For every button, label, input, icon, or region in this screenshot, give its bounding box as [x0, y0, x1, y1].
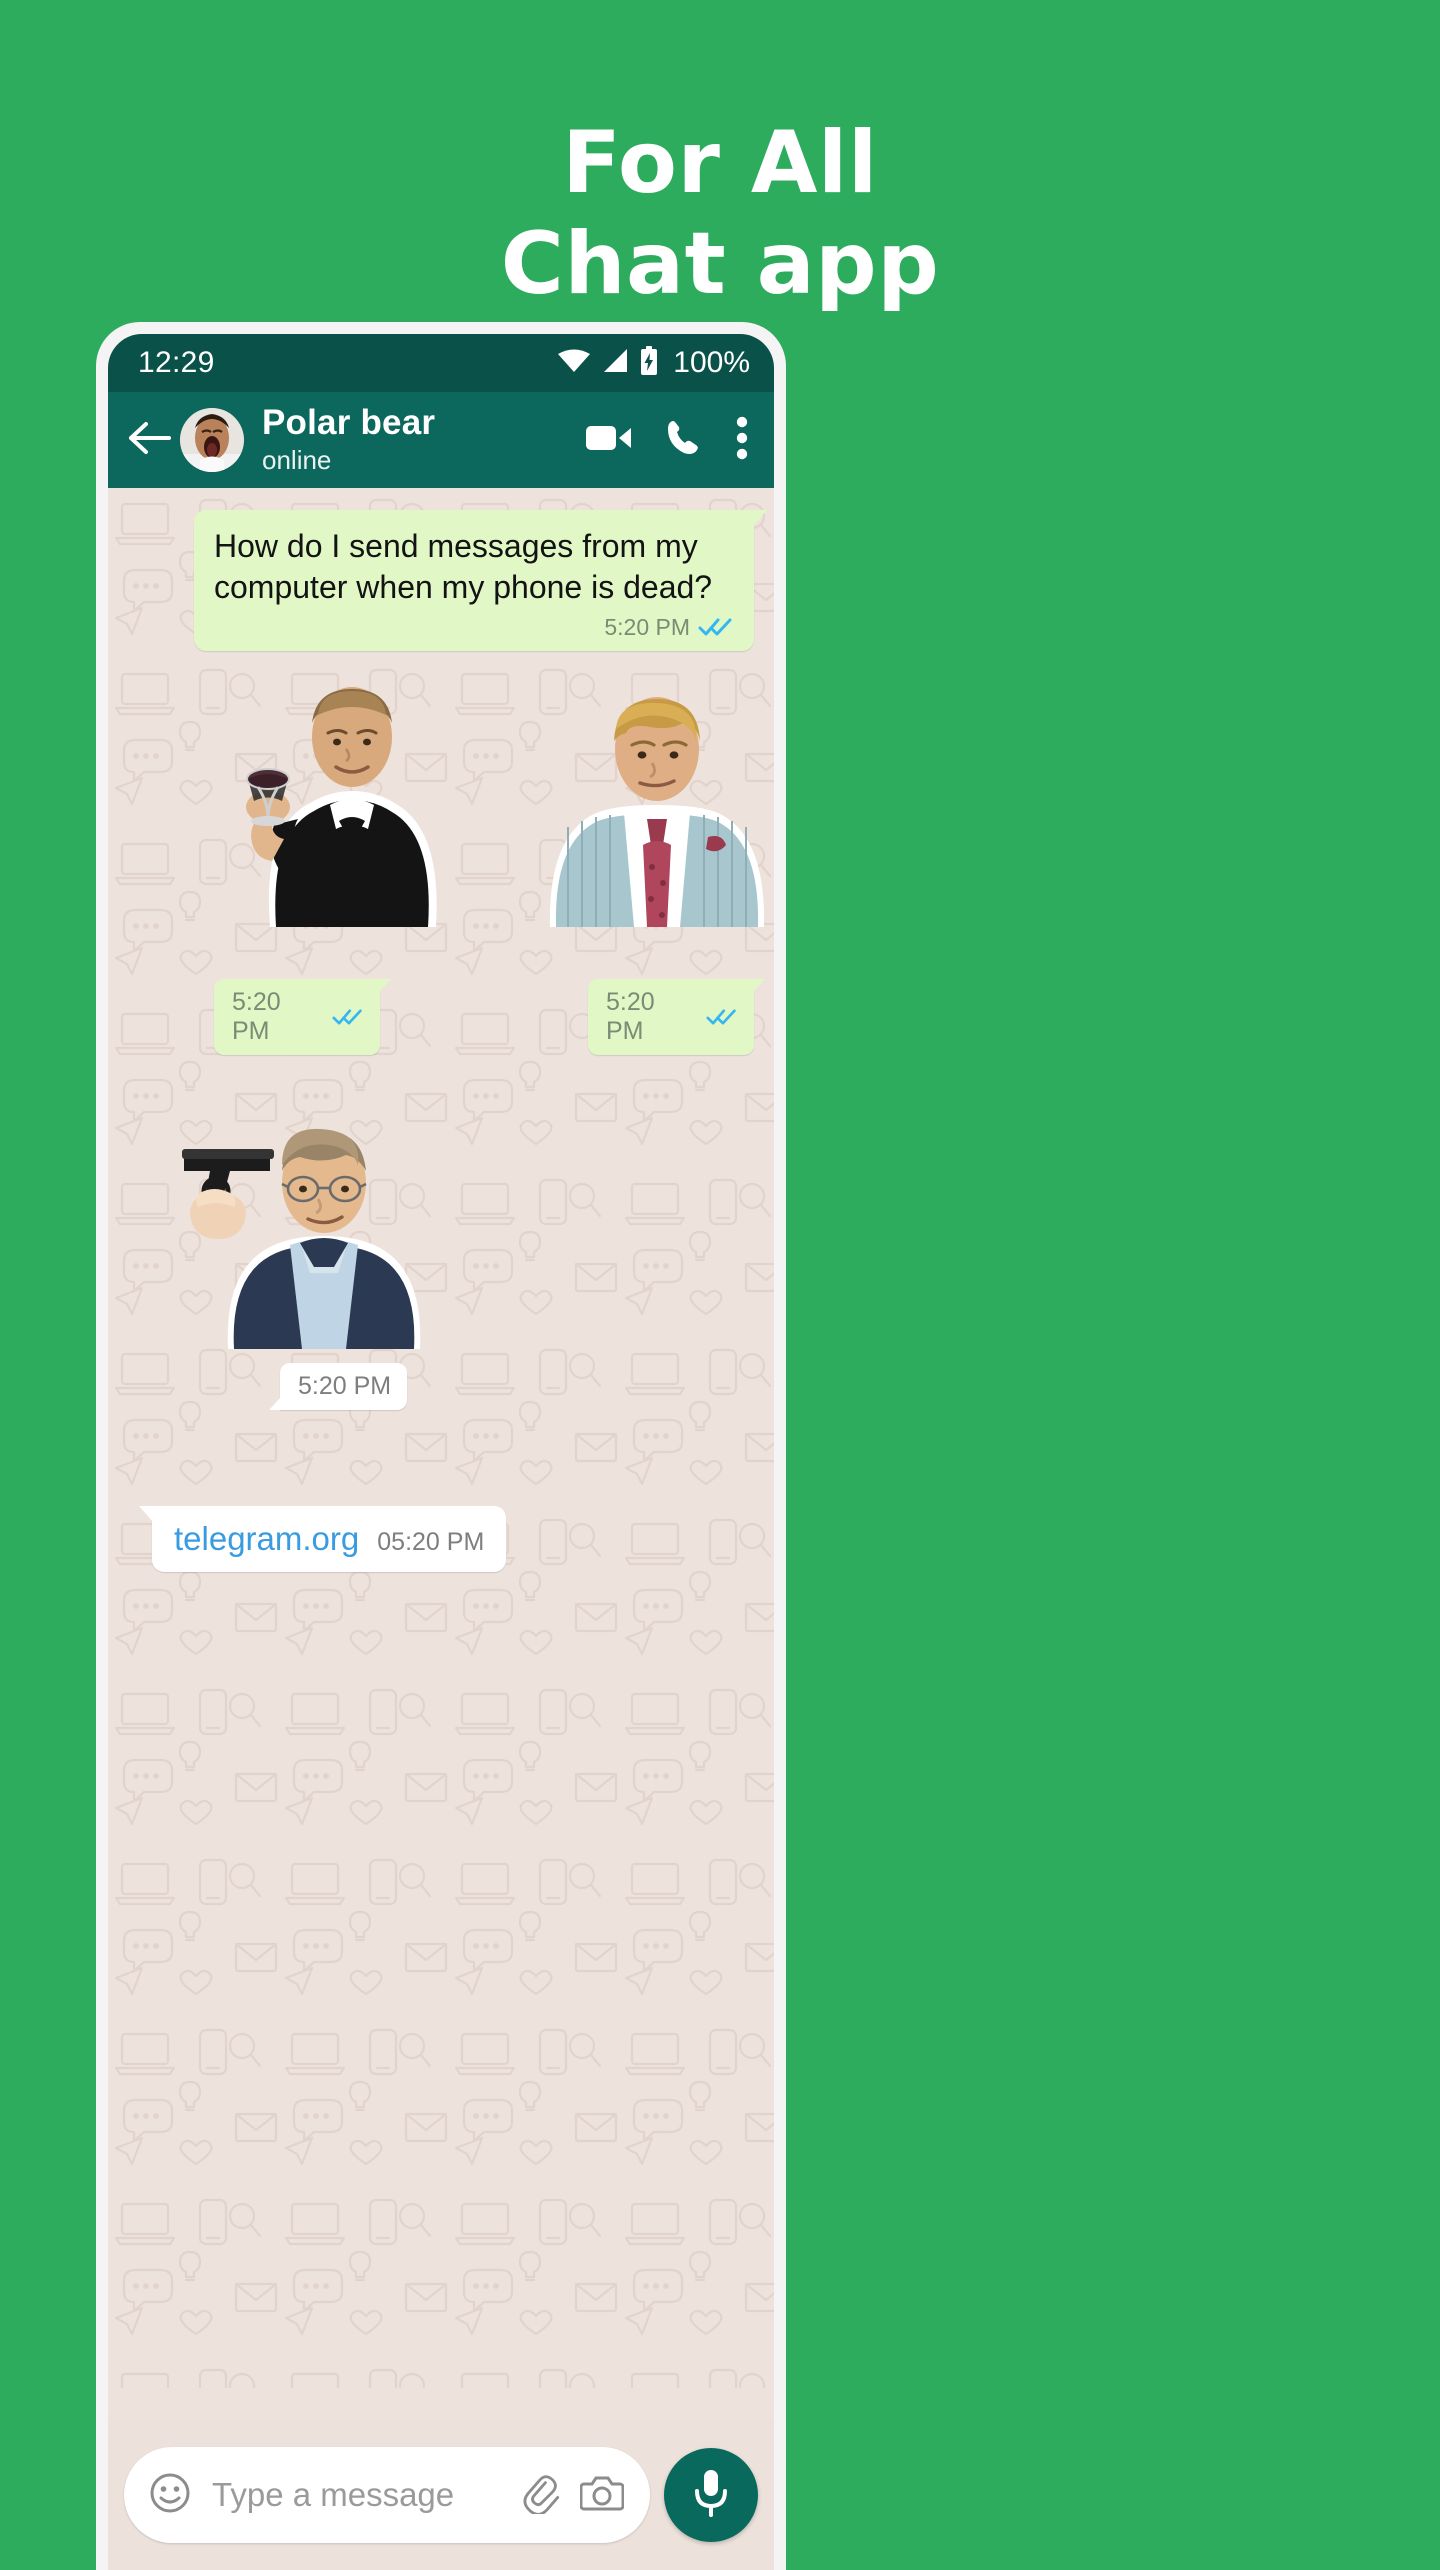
incoming-sticker-row: [128, 1121, 754, 1371]
sticker-timestamp-chip: 5:20 PM: [588, 978, 765, 1055]
contact-name: Polar bear: [262, 403, 436, 443]
contact-info[interactable]: Polar bear online: [262, 403, 586, 477]
promo-headline-line1: For All: [562, 113, 878, 213]
message-timestamp: 5:20 PM: [232, 987, 281, 1045]
read-receipt-double-check-icon: [706, 1007, 738, 1027]
status-bar: 12:29 100%: [108, 334, 774, 392]
video-call-button[interactable]: [586, 422, 632, 459]
outgoing-text-bubble[interactable]: How do I send messages from my computer …: [194, 510, 767, 651]
message-timestamp: 5:20 PM: [606, 987, 655, 1045]
status-bar-indicators: 100%: [557, 345, 750, 381]
link-text[interactable]: telegram.org: [174, 1520, 359, 1558]
chat-message-list[interactable]: How do I send messages from my computer …: [108, 488, 774, 2420]
back-arrow-icon: [129, 421, 171, 460]
battery-percent-label: 100%: [673, 346, 750, 379]
promo-headline-line2: Chat app: [500, 214, 940, 315]
contact-status: online: [262, 445, 332, 476]
voice-call-button[interactable]: [666, 419, 702, 462]
message-row: How do I send messages from my computer …: [128, 510, 767, 651]
message-input-placeholder[interactable]: Type a message: [212, 2476, 500, 2514]
three-dots-vertical-icon: [736, 416, 748, 465]
wifi-icon: [557, 348, 591, 379]
status-bar-clock: 12:29: [138, 346, 215, 379]
message-timestamp: 5:20 PM: [298, 1371, 392, 1400]
message-input-bar: Type a message: [108, 2420, 774, 2570]
app-bar-actions: [586, 416, 752, 465]
message-timestamp: 5:20 PM: [604, 613, 690, 640]
microphone-icon: [691, 2467, 731, 2524]
avatar[interactable]: [180, 408, 244, 472]
message-meta: 5:20 PM: [214, 614, 734, 641]
video-camera-icon: [586, 422, 632, 459]
promo-headline: For All Chat app: [0, 117, 1440, 315]
sticker-pair-row: [128, 675, 765, 975]
read-receipt-double-check-icon: [698, 616, 734, 638]
incoming-link-bubble[interactable]: telegram.org 05:20 PM: [138, 1505, 507, 1572]
sticker-pair-timestamps: 5:20 PM 5:20 PM: [128, 978, 765, 1055]
cellular-signal-icon: [601, 348, 629, 379]
phone-icon: [666, 419, 702, 462]
phone-mockup: 12:29 100% Polar bear online How do I se…: [96, 322, 786, 2570]
message-row: telegram.org 05:20 PM: [128, 1505, 754, 1572]
battery-charging-icon: [639, 345, 659, 381]
emoji-smiley-icon[interactable]: [148, 2471, 192, 2520]
sticker-timestamp-chip: 5:20 PM: [268, 1362, 408, 1410]
man-with-gun-glasses-sticker[interactable]: [170, 1121, 450, 1351]
sticker-timestamp-chip: 5:20 PM: [214, 978, 391, 1055]
read-receipt-double-check-icon: [332, 1007, 364, 1027]
message-timestamp: 05:20 PM: [377, 1527, 485, 1556]
message-input-pill[interactable]: Type a message: [124, 2447, 650, 2543]
message-text: How do I send messages from my computer …: [214, 528, 713, 605]
camera-icon[interactable]: [579, 2474, 625, 2517]
chat-app-bar: Polar bear online: [108, 392, 774, 488]
back-button[interactable]: [122, 421, 178, 460]
voice-record-button[interactable]: [664, 2448, 758, 2542]
phone-screen: 12:29 100% Polar bear online How do I se…: [108, 334, 774, 2570]
chat-scroll-container: How do I send messages from my computer …: [108, 488, 774, 2420]
overflow-menu-button[interactable]: [736, 416, 748, 465]
paperclip-icon[interactable]: [520, 2472, 560, 2519]
blond-man-striped-suit-sticker[interactable]: [532, 687, 774, 929]
leonardo-dicaprio-cheers-sticker[interactable]: [200, 675, 490, 930]
